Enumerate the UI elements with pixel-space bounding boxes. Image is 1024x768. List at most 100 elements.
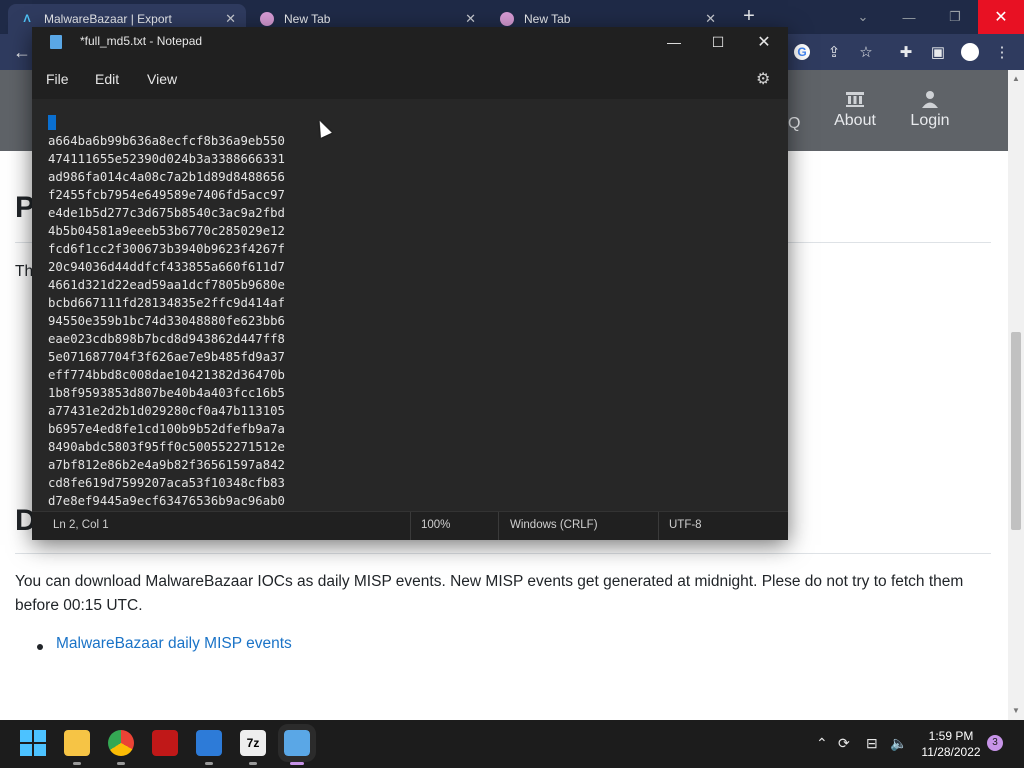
nav-item-login[interactable]: Login bbox=[908, 90, 952, 130]
running-indicator bbox=[205, 762, 213, 765]
windows-taskbar: 7z ⌃ ⟳ ⊟ 🔈 1:59 PM 11/28/2022 3 bbox=[0, 720, 1024, 768]
extensions-puzzle-icon[interactable]: ✚ bbox=[894, 40, 918, 64]
nav-about-label: About bbox=[834, 112, 876, 129]
tab-title: MalwareBazaar | Export bbox=[44, 12, 172, 26]
cursor-position: Ln 2, Col 1 bbox=[53, 519, 109, 531]
new-tab-favicon-icon bbox=[260, 12, 274, 26]
file-explorer-icon[interactable] bbox=[64, 730, 90, 756]
encoding: UTF-8 bbox=[669, 519, 702, 531]
minimize-window-icon[interactable]: — bbox=[886, 0, 932, 34]
active-indicator bbox=[290, 762, 304, 765]
section-text-fragment: Th bbox=[15, 263, 34, 280]
scroll-up-arrow-icon[interactable]: ▲ bbox=[1012, 74, 1020, 83]
close-tab-icon[interactable]: ✕ bbox=[225, 11, 236, 27]
text-line: 5e071687704f3f626ae7e9b485fd9a37 bbox=[48, 350, 285, 364]
text-line: eff774bbd8c008dae10421382d36470b bbox=[48, 368, 285, 382]
misp-events-link[interactable]: MalwareBazaar daily MISP events bbox=[56, 635, 292, 653]
clock-time: 1:59 PM bbox=[928, 729, 974, 743]
page-scrollbar[interactable]: ▲ ▼ bbox=[1008, 70, 1024, 720]
scroll-down-arrow-icon[interactable]: ▼ bbox=[1012, 706, 1020, 715]
status-separator bbox=[658, 512, 659, 540]
text-line: ad986fa014c4a08c7a2b1d89d8488656 bbox=[48, 170, 285, 184]
status-separator bbox=[410, 512, 411, 540]
network-icon[interactable]: ⊟ bbox=[866, 735, 878, 752]
text-line: f2455fcb7954e649589e7406fd5acc97 bbox=[48, 188, 285, 202]
text-line: a7bf812e86b2e4a9b82f36561597a842 bbox=[48, 458, 285, 472]
close-icon[interactable]: ✕ bbox=[742, 29, 786, 55]
text-line: 4b5b04581a9eeeb53b6770c285029e12 bbox=[48, 224, 285, 238]
text-line: 4661d321d22ead59aa1dcf7805b9680e bbox=[48, 278, 285, 292]
chrome-icon[interactable] bbox=[108, 730, 134, 756]
clock-date: 11/28/2022 bbox=[921, 745, 981, 759]
text-selection bbox=[48, 115, 56, 130]
running-indicator bbox=[117, 762, 125, 765]
share-icon[interactable]: ⇪ bbox=[822, 40, 846, 64]
start-icon[interactable] bbox=[20, 730, 46, 756]
new-tab-favicon-icon bbox=[500, 12, 514, 26]
notepad-app-icon bbox=[50, 35, 62, 49]
tab-title: New Tab bbox=[284, 12, 331, 26]
divider bbox=[15, 553, 991, 554]
user-icon bbox=[922, 91, 938, 108]
side-panel-icon[interactable]: ▣ bbox=[926, 40, 950, 64]
text-line: e4de1b5d277c3d675b8540c3ac9a2fbd bbox=[48, 206, 285, 220]
system-clock[interactable]: 1:59 PM 11/28/2022 bbox=[918, 728, 984, 760]
text-line: 94550e359b1bc74d33048880fe623bb6 bbox=[48, 314, 285, 328]
notepad-title: *full_md5.txt - Notepad bbox=[80, 34, 203, 48]
menu-edit[interactable]: Edit bbox=[95, 71, 119, 87]
google-lens-icon[interactable]: G bbox=[790, 40, 814, 64]
close-window-button[interactable]: ✕ bbox=[978, 0, 1024, 34]
zoom-level: 100% bbox=[421, 519, 451, 531]
notification-badge[interactable]: 3 bbox=[987, 735, 1003, 751]
text-line: bcbd667111fd28134835e2ffc9d414af bbox=[48, 296, 285, 310]
minimize-icon[interactable]: — bbox=[652, 29, 696, 55]
volume-icon[interactable]: 🔈 bbox=[890, 735, 907, 752]
text-line: d7e8ef9445a9ecf63476536b9ac96ab0 bbox=[48, 494, 285, 508]
sync-icon[interactable]: ⟳ bbox=[838, 735, 850, 752]
text-line: cd8fe619d7599207aca53f10348cfb83 bbox=[48, 476, 285, 490]
settings-gear-icon[interactable]: ⚙ bbox=[756, 69, 774, 88]
close-tab-icon[interactable]: ✕ bbox=[705, 11, 716, 27]
text-line: a77431e2d2b1d029280cf0a47b113105 bbox=[48, 404, 285, 418]
restore-window-icon[interactable]: ❐ bbox=[932, 0, 978, 34]
bookmark-star-icon[interactable]: ☆ bbox=[854, 40, 878, 64]
close-tab-icon[interactable]: ✕ bbox=[465, 11, 476, 27]
status-separator bbox=[498, 512, 499, 540]
text-line: fcd6f1cc2f300673b3940b9623f4267f bbox=[48, 242, 285, 256]
menu-file[interactable]: File bbox=[46, 71, 69, 87]
7zip-icon[interactable]: 7z bbox=[240, 730, 266, 756]
nav-item-about[interactable]: About bbox=[832, 90, 878, 130]
new-tab-button[interactable]: + bbox=[738, 6, 760, 28]
notepad-icon[interactable] bbox=[278, 724, 316, 762]
malwarebazaar-favicon-icon: Λ bbox=[23, 13, 31, 25]
misp-description: You can download MalwareBazaar IOCs as d… bbox=[15, 573, 964, 614]
running-indicator bbox=[73, 762, 81, 765]
chevron-up-icon[interactable]: ⌃ bbox=[816, 735, 828, 752]
notepad-menubar: File Edit View ⚙ bbox=[32, 57, 788, 99]
list-bullet bbox=[37, 644, 43, 650]
text-line: 474111655e52390d024b3a3388666331 bbox=[48, 152, 285, 166]
mcafee-icon[interactable] bbox=[152, 730, 178, 756]
notepad-titlebar[interactable]: *full_md5.txt - Notepad — ☐ ✕ bbox=[32, 27, 788, 57]
notepad-statusbar: Ln 2, Col 1 100% Windows (CRLF) UTF-8 bbox=[32, 511, 788, 540]
nav-login-label: Login bbox=[910, 112, 950, 129]
scroll-thumb[interactable] bbox=[1011, 332, 1021, 530]
browser-menu-icon[interactable]: ⋮ bbox=[990, 40, 1014, 64]
maximize-icon[interactable]: ☐ bbox=[696, 29, 740, 55]
photos-icon[interactable] bbox=[196, 730, 222, 756]
tab-search-icon[interactable]: ⌄ bbox=[840, 0, 886, 34]
tab-title: New Tab bbox=[524, 12, 571, 26]
back-arrow-icon[interactable]: ← bbox=[10, 40, 34, 64]
text-line: 1b8f9593853d807be40b4a403fcc16b5 bbox=[48, 386, 285, 400]
file-content: a664ba6b99b636a8ecfcf8b36a9eb550 47411165… bbox=[48, 132, 285, 510]
text-line: 20c94036d44ddfcf433855a660f611d7 bbox=[48, 260, 285, 274]
line-ending: Windows (CRLF) bbox=[510, 519, 598, 531]
profile-avatar-icon[interactable] bbox=[958, 40, 982, 64]
notepad-text-area[interactable]: a664ba6b99b636a8ecfcf8b36a9eb550 47411165… bbox=[32, 99, 788, 511]
notepad-window: *full_md5.txt - Notepad — ☐ ✕ File Edit … bbox=[32, 27, 788, 540]
text-line: a664ba6b99b636a8ecfcf8b36a9eb550 bbox=[48, 134, 285, 148]
text-line: 8490abdc5803f95ff0c500552271512e bbox=[48, 440, 285, 454]
menu-view[interactable]: View bbox=[147, 71, 177, 87]
nav-partial-item[interactable]: Q bbox=[788, 115, 800, 133]
bank-icon bbox=[846, 92, 864, 107]
